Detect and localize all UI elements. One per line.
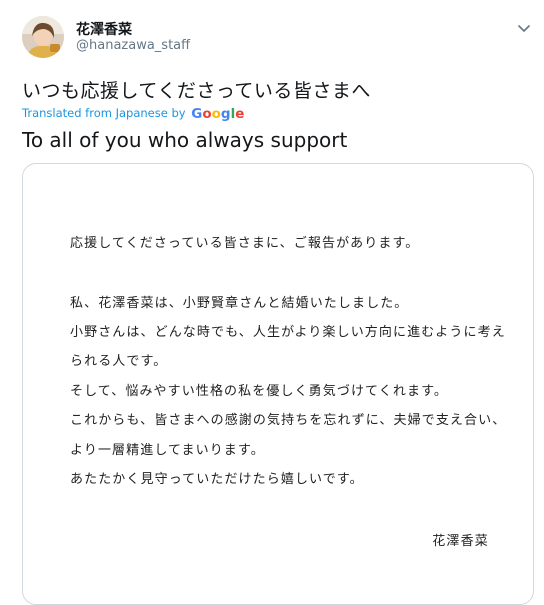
tweet-text: いつも応援してくださっている皆さまへ: [22, 80, 371, 102]
chevron-down-icon[interactable]: [516, 20, 532, 32]
letter-signature: 花澤香菜: [432, 534, 489, 549]
google-logo-letter: G: [191, 106, 203, 122]
avatar[interactable]: [22, 16, 64, 58]
letter-line: 私、花澤香菜は、小野賢章さんと結婚いたしました。: [70, 296, 409, 311]
letter-line: より一層精進してまいります。: [70, 443, 265, 458]
translated-text: To all of you who always support: [22, 128, 348, 152]
media-image-card[interactable]: 応援してくださっている皆さまに、ご報告があります。 私、花澤香菜は、小野賢章さんと…: [22, 163, 534, 605]
letter-line: 小野さんは、どんな時でも、人生がより楽しい方向に進むように考え: [70, 325, 506, 340]
google-logo-letter: e: [235, 106, 245, 122]
google-logo-letter: o: [211, 106, 221, 122]
google-logo: Google: [191, 106, 244, 122]
letter-line: そして、悩みやすい性格の私を優しく勇気づけてくれます。: [70, 384, 448, 399]
tweet: 花澤香菜 @hanazawa_staff いつも応援してくださっている皆さまへ …: [0, 0, 544, 605]
letter-line: 応援してくださっている皆さまに、ご報告があります。: [70, 236, 420, 251]
user-handle[interactable]: @hanazawa_staff: [76, 38, 190, 53]
letter-line: あたたかく見守っていただけたら嬉しいです。: [70, 472, 364, 487]
letter-line: これからも、皆さまへの感謝の気持ちを忘れずに、夫婦で支え合い、: [70, 413, 507, 428]
display-name[interactable]: 花澤香菜: [76, 19, 132, 39]
google-logo-letter: o: [202, 106, 212, 122]
google-logo-letter: g: [220, 106, 231, 122]
translation-attribution[interactable]: Translated from Japanese by Google: [22, 106, 244, 122]
translated-label: Translated from Japanese by: [22, 106, 186, 120]
letter-line: られる人です。: [70, 354, 168, 369]
